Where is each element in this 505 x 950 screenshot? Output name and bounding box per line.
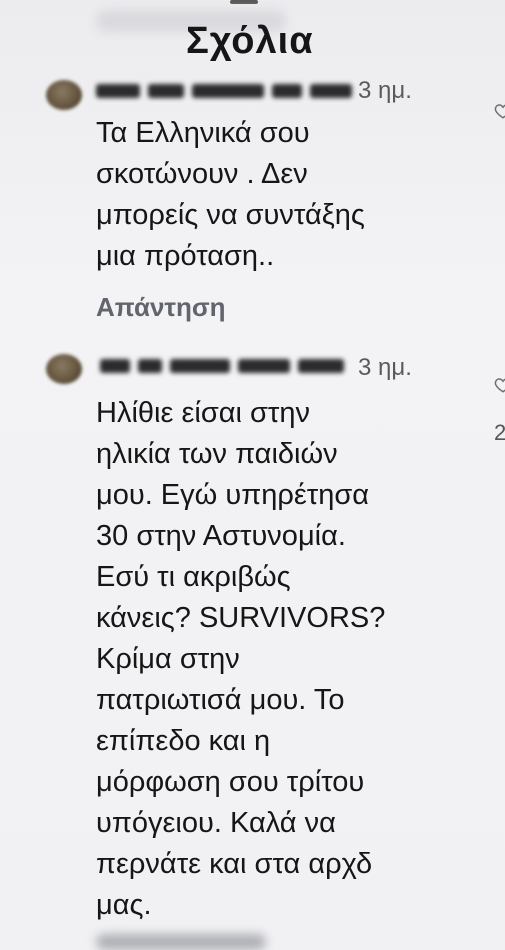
heart-outline-icon[interactable] <box>494 376 505 394</box>
comment-text-line: πατριωτισά μου. Το <box>96 684 345 716</box>
reply-button[interactable]: Απάντηση <box>96 294 226 320</box>
comments-sheet: Σχόλια 3 ημ. Τα Ελληνικά σου σκοτώνουν .… <box>0 0 505 950</box>
comment-timestamp: 3 ημ. <box>358 77 412 104</box>
comment-text-line: σκοτώνουν . Δεν <box>96 158 308 190</box>
comment-text-line: μας. <box>96 889 152 921</box>
comment-timestamp: 3 ημ. <box>358 354 412 381</box>
author-name-redacted[interactable] <box>96 355 352 377</box>
sheet-title: Σχόλια <box>186 20 314 62</box>
comment-text-line: κάνεις? SURVIVORS? <box>96 602 386 634</box>
comment-text-line: ηλικία των παιδιών <box>96 438 338 470</box>
drag-handle[interactable] <box>230 0 258 4</box>
comment-text-line: μια πρόταση.. <box>96 240 275 272</box>
comment-text-line: Εσύ τι ακριβώς <box>96 561 291 593</box>
comment-text: Τα Ελληνικά σου σκοτώνουν . Δεν μπορείς … <box>96 113 456 277</box>
comment-text-line: Κρίμα στην <box>96 643 240 675</box>
comment-text-line: Ηλίθιε είσαι στην <box>96 397 310 429</box>
avatar[interactable] <box>46 354 82 384</box>
avatar[interactable] <box>46 80 82 110</box>
comment-text-line: περνάτε και στα αρχδ <box>96 848 373 880</box>
author-name-redacted[interactable] <box>96 80 352 102</box>
next-reply-link-blurred <box>96 934 266 950</box>
comment-text-line: υπόγειου. Καλά να <box>96 807 336 839</box>
like-count: 2 <box>494 420 505 445</box>
comment-text: Ηλίθιε είσαι στην ηλικία των παιδιών μου… <box>96 393 456 926</box>
comment-text-line: επίπεδο και η <box>96 725 271 757</box>
comment-text-line: μόρφωση σου τρίτου <box>96 766 365 798</box>
heart-outline-icon[interactable] <box>494 102 505 120</box>
comment-text-line: μπορείς να συντάξης <box>96 199 365 231</box>
comment-text-line: μου. Εγώ υπηρέτησα <box>96 479 370 511</box>
comment-text-line: Τα Ελληνικά σου <box>96 117 310 149</box>
comment-text-line: 30 στην Αστυνομία. <box>96 520 346 552</box>
